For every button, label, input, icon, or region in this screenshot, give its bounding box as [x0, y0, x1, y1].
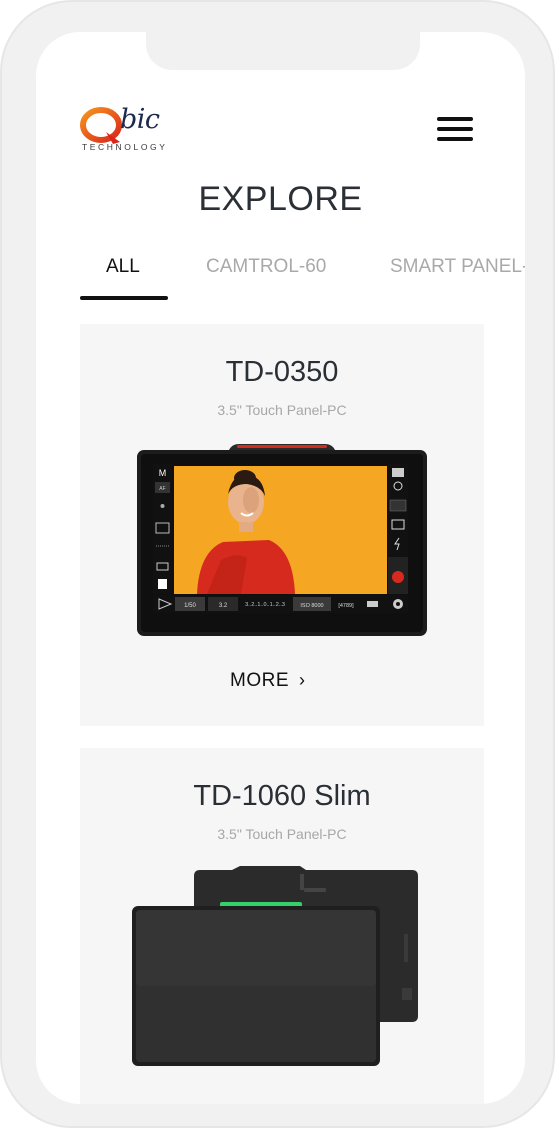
- chevron-right-icon: ›: [299, 670, 306, 690]
- product-name: TD-1060 Slim: [193, 780, 371, 812]
- product-subtitle: 3.5" Touch Panel-PC: [217, 826, 347, 842]
- active-tab-indicator: [80, 296, 168, 300]
- hamburger-icon[interactable]: [434, 114, 476, 144]
- shots-remaining: [4789]: [338, 603, 354, 609]
- af-label: AF: [159, 486, 165, 492]
- product-name: TD-0350: [225, 356, 339, 388]
- more-button[interactable]: MORE ›: [230, 670, 334, 700]
- product-subtitle: 3.5" Touch Panel-PC: [217, 402, 347, 418]
- tab-all[interactable]: ALL: [106, 256, 140, 278]
- tab-smart-panel[interactable]: SMART PANEL-: [390, 256, 525, 278]
- logo-tagline: TECHNOLOGY: [82, 142, 168, 152]
- phone-notch: [146, 32, 420, 70]
- phone-screen: bic TECHNOLOGY EXPLORE ALL CAMTROL-60 SM…: [36, 32, 525, 1104]
- mode-label: M: [159, 468, 167, 478]
- product-card[interactable]: TD-0350 3.5" Touch Panel-PC M AF 1/50 3.…: [80, 324, 484, 726]
- more-label: MORE: [230, 670, 289, 691]
- phone-frame: bic TECHNOLOGY EXPLORE ALL CAMTROL-60 SM…: [0, 0, 555, 1128]
- page-title: EXPLORE: [198, 180, 363, 218]
- logo-wordmark: bic: [120, 104, 160, 135]
- td-1060-slim-device-image: [132, 866, 418, 1066]
- aperture-value: 3.2: [219, 603, 228, 609]
- shutter-value: 1/50: [184, 603, 196, 609]
- td-0350-device-image: M AF 1/50 3.2 3..2..1..0..1..2..3 ISO 80…: [137, 444, 427, 636]
- product-card[interactable]: TD-1060 Slim 3.5" Touch Panel-PC: [80, 748, 484, 1104]
- tab-camtrol-60[interactable]: CAMTROL-60: [206, 256, 326, 278]
- iso-value: ISO 8000: [300, 603, 323, 609]
- exposure-scale: 3..2..1..0..1..2..3: [245, 602, 285, 608]
- category-tabs: ALL CAMTROL-60 SMART PANEL-: [36, 256, 525, 300]
- qbic-logo[interactable]: bic TECHNOLOGY: [80, 104, 180, 156]
